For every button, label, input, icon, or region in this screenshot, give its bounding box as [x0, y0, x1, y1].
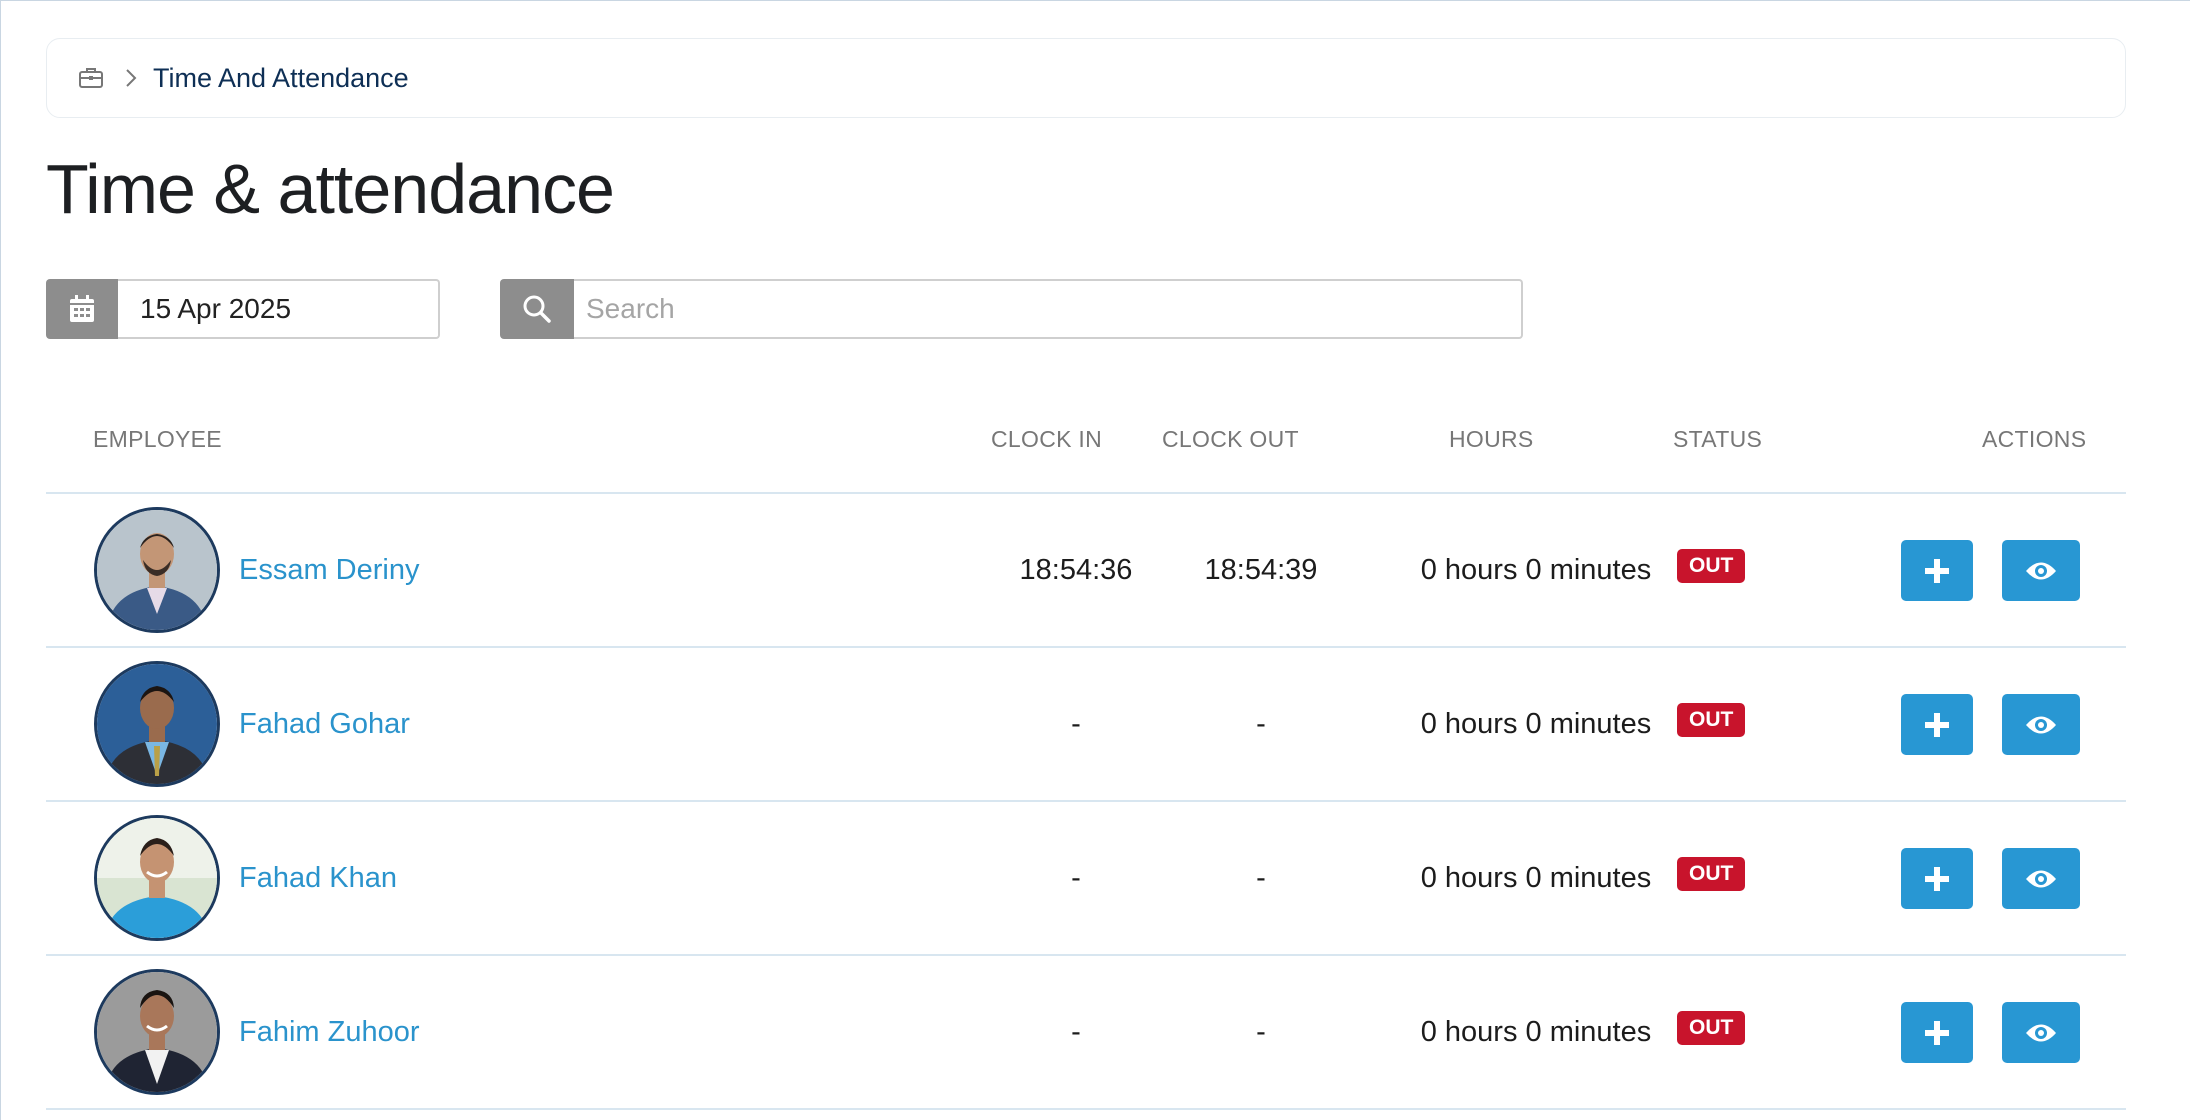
add-entry-button[interactable] [1901, 1002, 1973, 1063]
view-button[interactable] [2002, 694, 2080, 755]
hours-value: 0 hours 0 minutes [1420, 708, 1652, 740]
hours-value: 0 hours 0 minutes [1420, 554, 1652, 586]
clock-in-value: - [1071, 708, 1081, 740]
table-row: Fahad Gohar - - 0 hours 0 minutes OUT [46, 648, 2126, 802]
avatar [94, 969, 220, 1095]
clock-out-value: - [1256, 708, 1266, 740]
employee-name-link[interactable]: Fahim Zuhoor [239, 1016, 420, 1049]
status-badge: OUT [1677, 703, 1746, 737]
date-filter [46, 279, 440, 339]
search-icon[interactable] [500, 279, 574, 339]
view-button[interactable] [2002, 1002, 2080, 1063]
view-button[interactable] [2002, 848, 2080, 909]
status-badge: OUT [1677, 549, 1746, 583]
eye-icon [2026, 562, 2056, 579]
status-badge: OUT [1677, 857, 1746, 891]
header-employee: EMPLOYEE [93, 426, 222, 452]
eye-icon [2026, 716, 2056, 733]
clock-in-value: - [1071, 862, 1081, 894]
table-row: Fahim Zuhoor - - 0 hours 0 minutes OUT [46, 956, 2126, 1110]
table-row: Fahad Khan - - 0 hours 0 minutes OUT [46, 802, 2126, 956]
plus-icon [1925, 1020, 1949, 1045]
add-entry-button[interactable] [1901, 848, 1973, 909]
date-input[interactable] [118, 279, 440, 339]
clock-out-value: - [1256, 1016, 1266, 1048]
plus-icon [1925, 866, 1949, 891]
search-bar [500, 279, 1523, 339]
plus-icon [1925, 712, 1949, 737]
table-row: Essam Deriny 18:54:36 18:54:39 0 hours 0… [46, 494, 2126, 648]
header-actions: ACTIONS [1982, 426, 2087, 452]
employee-name-link[interactable]: Fahad Gohar [239, 708, 410, 741]
eye-icon [2026, 1024, 2056, 1041]
clock-out-value: 18:54:39 [1204, 554, 1318, 586]
header-clock-in: CLOCK IN [991, 426, 1103, 452]
calendar-icon[interactable] [46, 279, 118, 339]
header-clock-out: CLOCK OUT [1162, 426, 1299, 452]
clock-in-value: - [1071, 1016, 1081, 1048]
attendance-table: EMPLOYEE CLOCK IN CLOCK OUT HOURS STATUS… [46, 396, 2126, 1110]
search-input[interactable] [574, 279, 1523, 339]
breadcrumb-current: Time And Attendance [153, 62, 409, 93]
clock-in-value: 18:54:36 [1019, 554, 1133, 586]
header-hours: HOURS [1449, 426, 1534, 452]
avatar [94, 507, 220, 633]
eye-icon [2026, 870, 2056, 887]
briefcase-icon[interactable] [77, 64, 105, 92]
employee-name-link[interactable]: Fahad Khan [239, 862, 397, 895]
clock-out-value: - [1256, 862, 1266, 894]
add-entry-button[interactable] [1901, 540, 1973, 601]
view-button[interactable] [2002, 540, 2080, 601]
hours-value: 0 hours 0 minutes [1420, 862, 1652, 894]
employee-name-link[interactable]: Essam Deriny [239, 554, 420, 587]
table-header: EMPLOYEE CLOCK IN CLOCK OUT HOURS STATUS… [46, 396, 2126, 494]
plus-icon [1925, 558, 1949, 583]
chevron-right-icon [125, 68, 137, 88]
add-entry-button[interactable] [1901, 694, 1973, 755]
status-badge: OUT [1677, 1011, 1746, 1045]
page-title: Time & attendance [46, 150, 615, 228]
header-status: STATUS [1673, 426, 1763, 452]
avatar [94, 661, 220, 787]
breadcrumb: Time And Attendance [46, 38, 2126, 118]
hours-value: 0 hours 0 minutes [1420, 1016, 1652, 1048]
avatar [94, 815, 220, 941]
